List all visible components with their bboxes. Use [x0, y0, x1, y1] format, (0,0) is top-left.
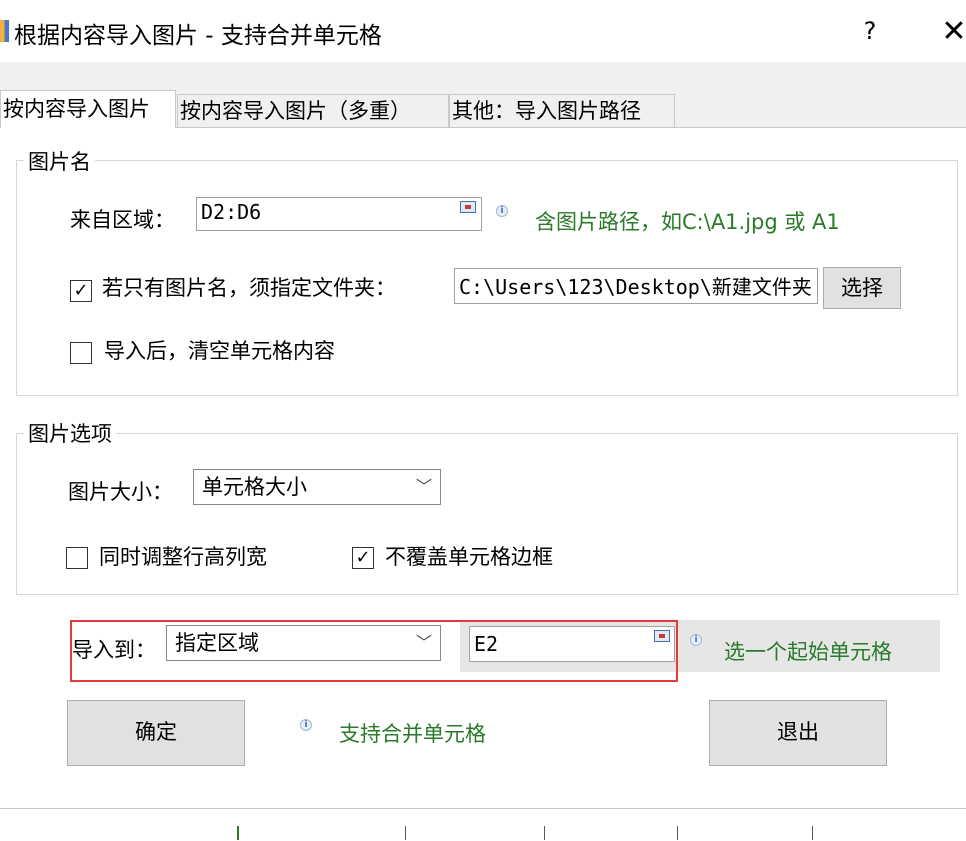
sheet-gridline [237, 826, 239, 840]
merge-support-hint: 支持合并单元格 [339, 722, 486, 746]
exit-button[interactable]: 退出 [709, 700, 887, 766]
start-cell-hint: 选一个起始单元格 [724, 640, 892, 664]
tab-import-picture-path[interactable]: 其他：导入图片路径 [449, 94, 675, 128]
no-overlap-border-checkbox[interactable]: ✓ [352, 547, 374, 569]
folder-checkbox[interactable]: ✓ [70, 280, 92, 302]
source-range-label: 来自区域： [70, 208, 175, 232]
source-range-input[interactable]: D2:D6 [196, 197, 482, 231]
clear-content-checkbox[interactable] [70, 342, 92, 364]
sheet-gridline [677, 826, 678, 840]
sheet-gridline [544, 826, 545, 840]
sheet-gridline [812, 826, 813, 840]
picture-size-select[interactable]: 单元格大小 ﹀ [193, 469, 441, 505]
picture-name-group-title: 图片名 [24, 146, 95, 176]
tab-import-by-content-multi[interactable]: 按内容导入图片（多重） [177, 94, 449, 128]
chevron-down-icon: ﹀ [415, 477, 432, 496]
picture-options-group-title: 图片选项 [24, 418, 116, 448]
clear-content-label: 导入后，清空单元格内容 [104, 339, 335, 363]
folder-path-input[interactable]: C:\Users\123\Desktop\新建文件夹 [454, 268, 818, 304]
tab-import-by-content[interactable]: 按内容导入图片 [0, 90, 176, 128]
highlight-frame [70, 620, 678, 682]
picture-size-value: 单元格大小 [202, 475, 307, 499]
close-icon[interactable]: ✕ [938, 12, 966, 52]
source-hint: 含图片路径，如C:\A1.jpg 或 A1 [535, 210, 840, 234]
app-icon [0, 20, 9, 42]
info-icon: i [496, 205, 508, 217]
sheet-grid-strip [0, 808, 966, 841]
picture-size-label: 图片大小： [68, 480, 173, 504]
adjust-row-col-label: 同时调整行高列宽 [99, 545, 267, 569]
no-overlap-border-label: 不覆盖单元格边框 [385, 545, 553, 569]
info-icon: i [690, 634, 702, 646]
choose-folder-button[interactable]: 选择 [823, 267, 901, 309]
range-picker-icon[interactable] [460, 201, 476, 213]
sheet-gridline [405, 826, 406, 840]
window-title: 根据内容导入图片 - 支持合并单元格 [14, 23, 382, 49]
help-icon[interactable]: ? [856, 14, 884, 48]
folder-checkbox-label: 若只有图片名，须指定文件夹： [102, 276, 396, 300]
ok-button[interactable]: 确定 [67, 700, 245, 766]
checkmark-icon: ✓ [355, 547, 371, 568]
checkmark-icon: ✓ [73, 280, 89, 301]
adjust-row-col-checkbox[interactable] [66, 547, 88, 569]
info-icon: i [300, 719, 312, 731]
